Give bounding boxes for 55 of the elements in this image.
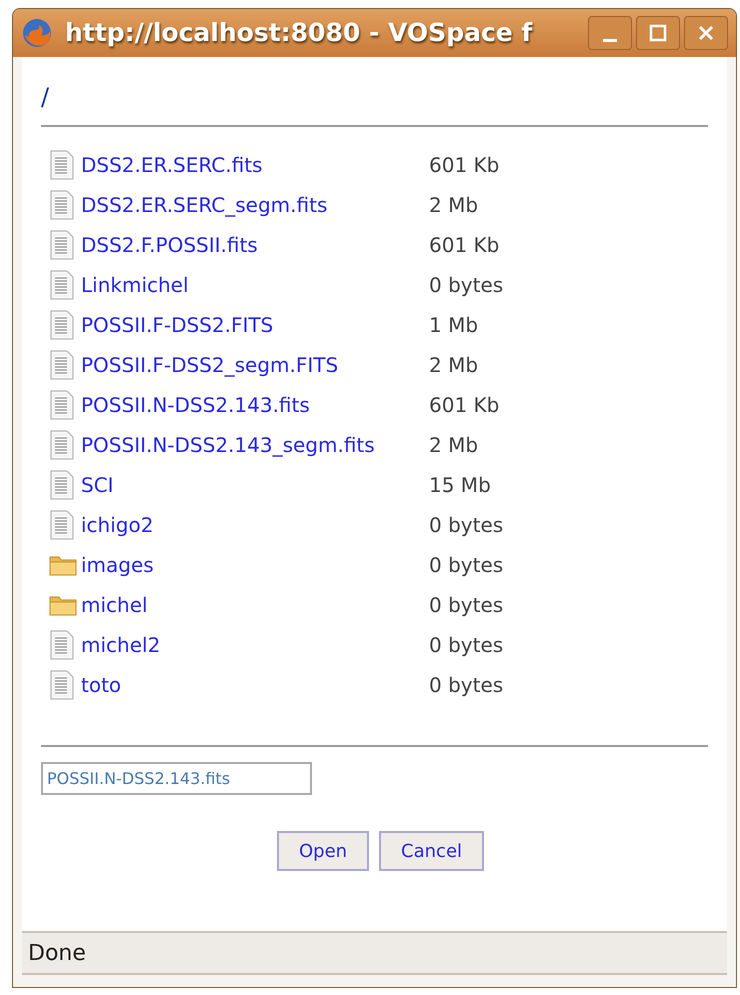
minimize-button[interactable] <box>588 16 632 50</box>
file-link[interactable]: DSS2.ER.SERC_segm.fits <box>81 190 429 220</box>
current-path: / <box>41 82 50 111</box>
file-link[interactable]: toto <box>81 670 429 700</box>
file-size: 0 bytes <box>429 552 504 579</box>
file-link[interactable]: POSSII.F-DSS2.FITS <box>81 310 429 340</box>
file-link[interactable]: images <box>81 550 429 580</box>
file-size: 0 bytes <box>429 592 504 619</box>
status-text: Done <box>28 940 86 968</box>
file-link[interactable]: ichigo2 <box>81 510 429 540</box>
document-icon <box>49 470 75 500</box>
file-size: 2 Mb <box>429 192 478 219</box>
file-size: 601 Kb <box>429 392 500 419</box>
window-title: http://localhost:8080 - VOSpace f <box>65 17 534 50</box>
file-size: 15 Mb <box>429 472 491 499</box>
file-size: 0 bytes <box>429 512 504 539</box>
folder-icon <box>49 594 77 616</box>
document-icon <box>49 630 75 660</box>
dialog-button[interactable]: Open <box>276 831 370 871</box>
file-link[interactable]: SCI <box>81 470 429 500</box>
file-size: 2 Mb <box>429 352 478 379</box>
browser-logo-icon <box>21 17 53 49</box>
document-icon <box>49 350 75 380</box>
document-icon <box>49 230 75 260</box>
maximize-button[interactable] <box>636 16 680 50</box>
file-link[interactable]: POSSII.N-DSS2.143_segm.fits <box>81 430 429 460</box>
document-icon <box>49 150 75 180</box>
minimize-icon <box>603 38 617 42</box>
file-size: 2 Mb <box>429 432 478 459</box>
file-link[interactable]: POSSII.N-DSS2.143.fits <box>81 390 429 420</box>
document-icon <box>49 190 75 220</box>
close-button[interactable] <box>684 16 728 50</box>
file-size: 601 Kb <box>429 152 500 179</box>
dialog-button[interactable]: Cancel <box>379 831 484 871</box>
document-icon <box>49 430 75 460</box>
file-size: 0 bytes <box>429 632 504 659</box>
document-icon <box>49 270 75 300</box>
file-link[interactable]: Linkmichel <box>81 270 429 300</box>
file-link[interactable]: DSS2.F.POSSII.fits <box>81 230 429 260</box>
close-icon <box>697 24 715 42</box>
file-link[interactable]: DSS2.ER.SERC.fits <box>81 150 429 180</box>
file-size: 1 Mb <box>429 312 478 339</box>
document-icon <box>49 390 75 420</box>
document-icon <box>49 510 75 540</box>
file-size: 0 bytes <box>429 272 504 299</box>
document-icon <box>49 310 75 340</box>
maximize-icon <box>649 24 667 42</box>
file-link[interactable]: michel2 <box>81 630 429 660</box>
file-link[interactable]: michel <box>81 590 429 620</box>
folder-icon <box>49 554 77 576</box>
file-size: 601 Kb <box>429 232 500 259</box>
file-size: 0 bytes <box>429 672 504 699</box>
file-link[interactable]: POSSII.F-DSS2_segm.FITS <box>81 350 429 380</box>
document-icon <box>49 670 75 700</box>
filename-field[interactable]: POSSII.N-DSS2.143.fits <box>41 762 312 795</box>
